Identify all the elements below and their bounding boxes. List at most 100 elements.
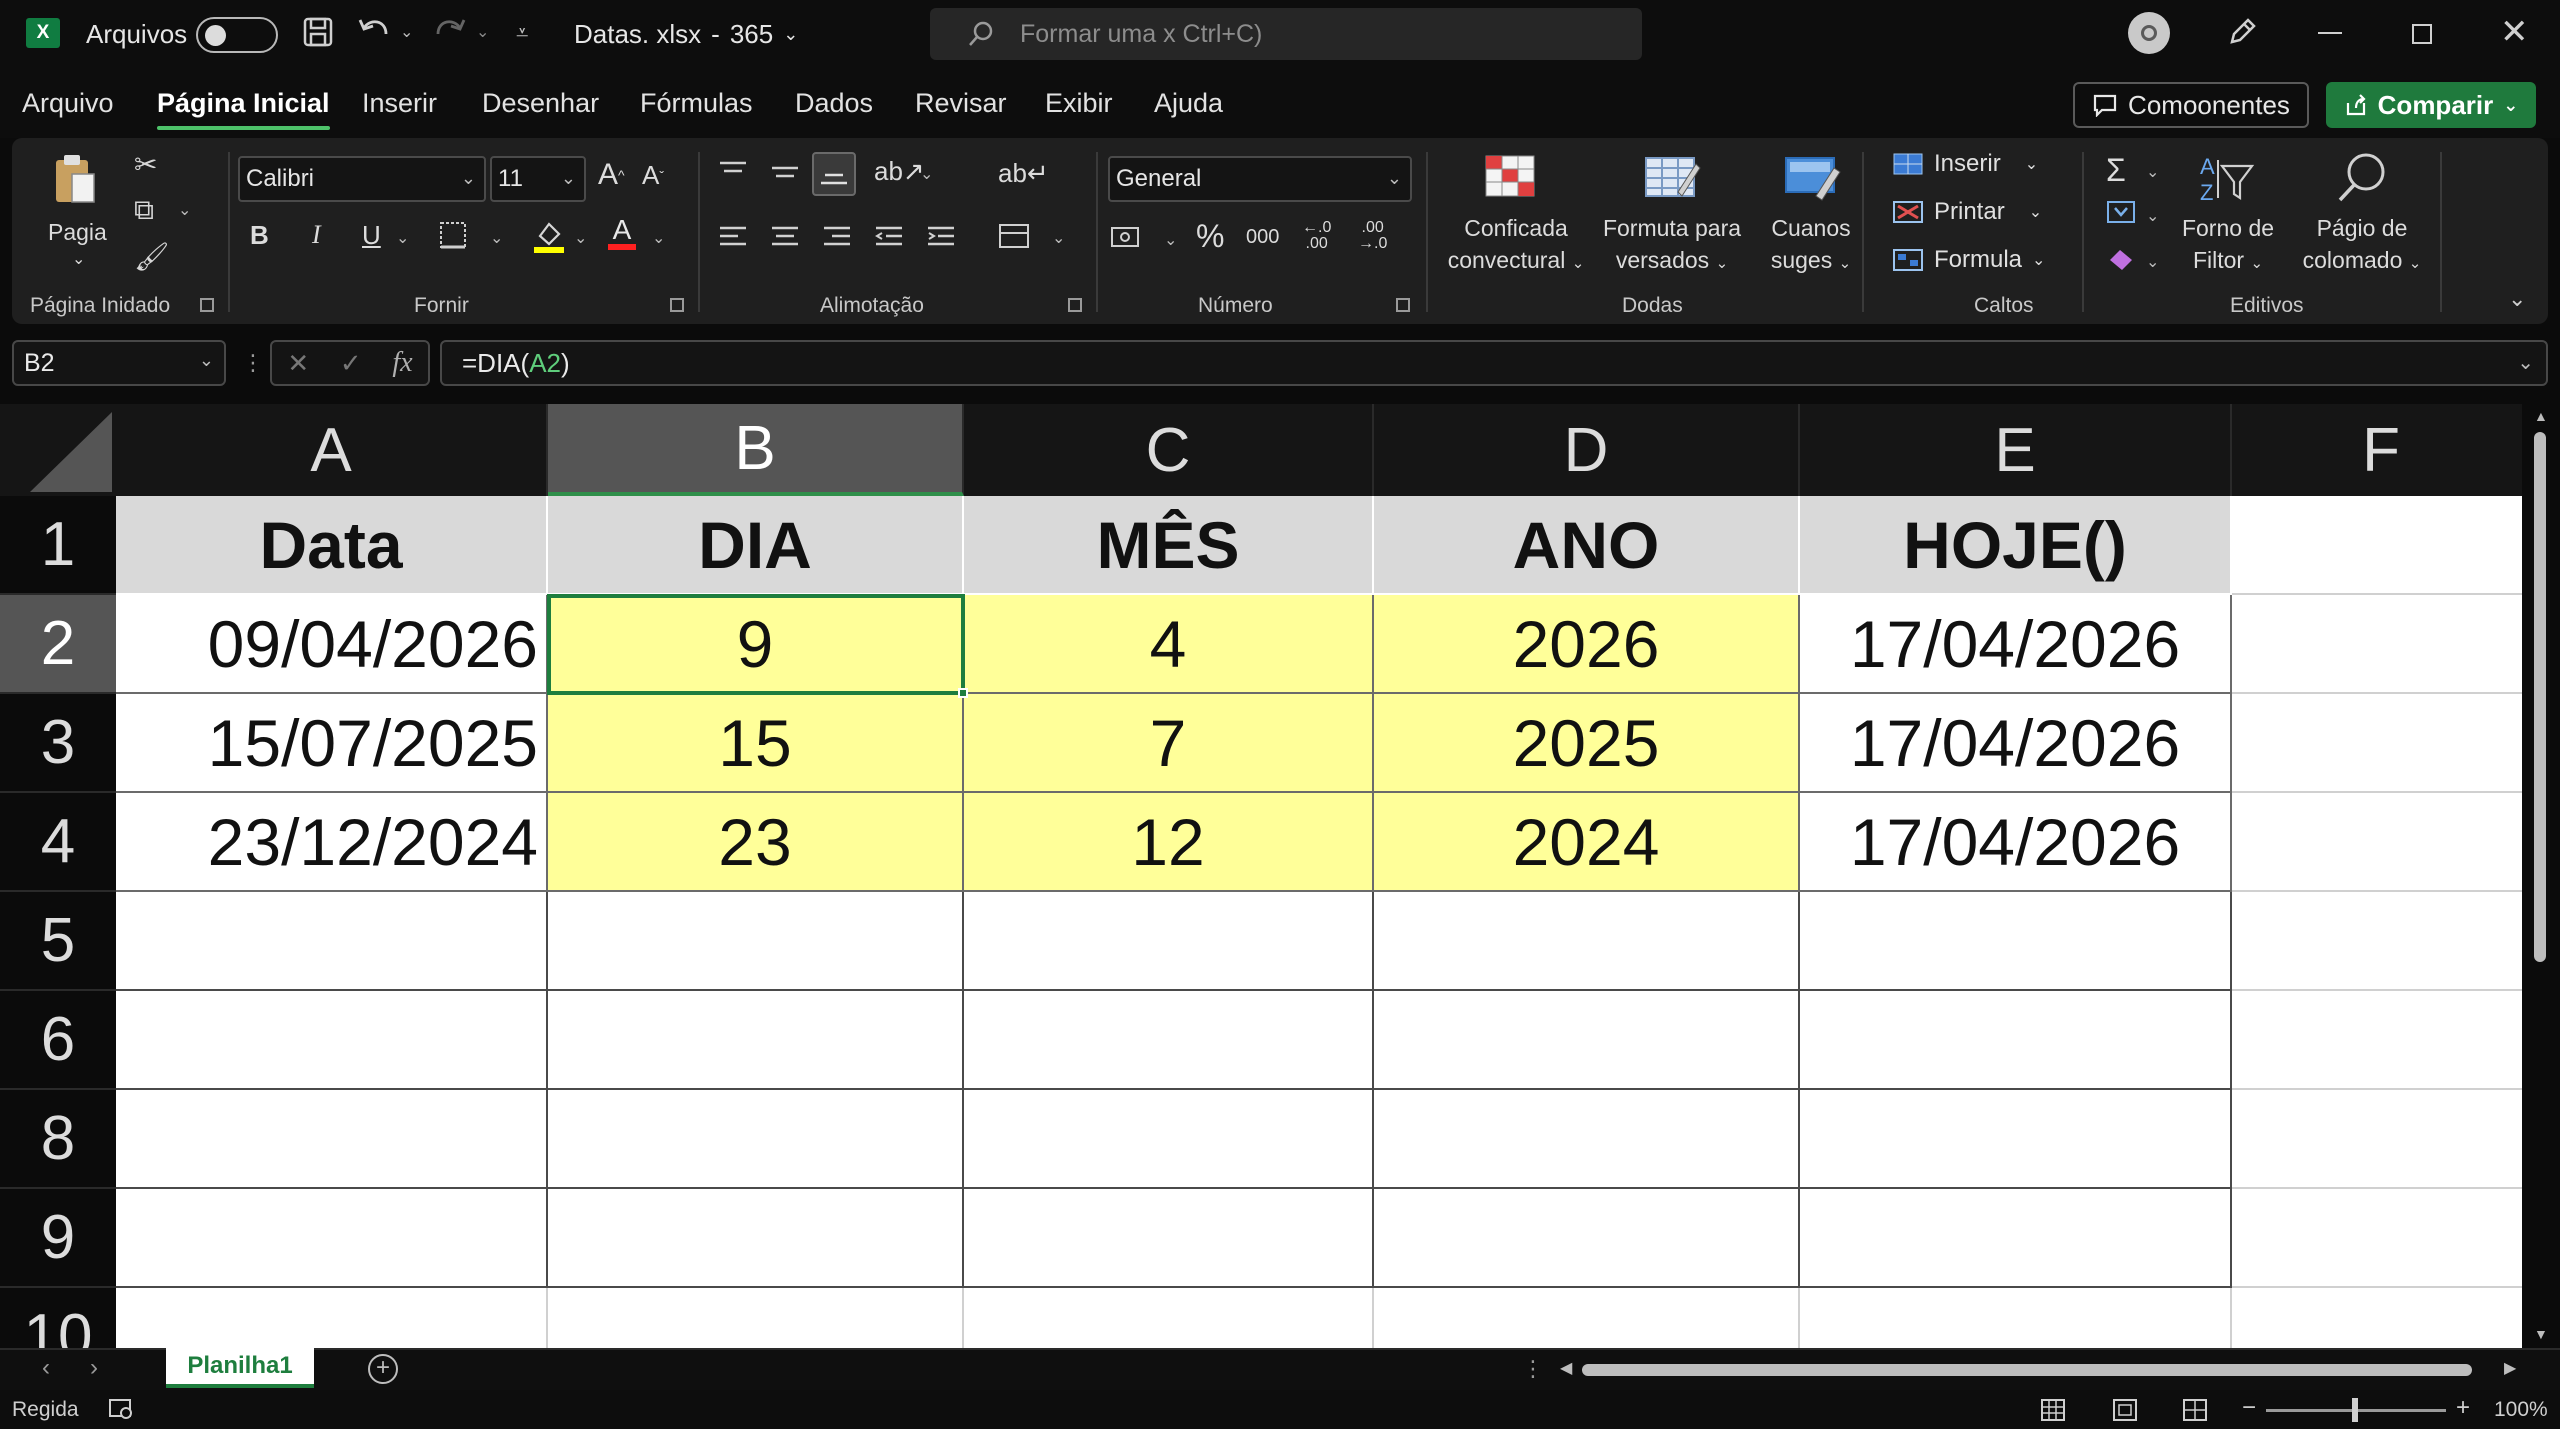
expand-formula-icon[interactable]: ⌄ <box>2517 350 2534 375</box>
thousands-button[interactable]: 000 <box>1246 226 1279 249</box>
tab-inserir[interactable]: Inserir <box>362 88 437 119</box>
delete-cells-button[interactable]: Printar ⌄ <box>1892 198 2042 226</box>
horizontal-scroll-thumb[interactable] <box>1582 1364 2472 1376</box>
cell-styles-icon[interactable] <box>1782 152 1842 202</box>
cell-a5[interactable] <box>116 892 548 991</box>
scroll-up-icon[interactable]: ▲ <box>2534 408 2548 424</box>
cell-d2[interactable]: 2026 <box>1374 595 1800 694</box>
cell-a2[interactable]: 09/04/2026 <box>116 595 548 694</box>
align-right-icon[interactable] <box>822 224 852 250</box>
normal-view-icon[interactable] <box>2040 1398 2066 1427</box>
tab-arquivo[interactable]: Arquivo <box>22 88 114 119</box>
tab-pagina-inicial[interactable]: Página Inicial <box>157 88 330 130</box>
redo-dropdown-icon[interactable]: ⌄ <box>476 22 489 42</box>
row-header-3[interactable]: 3 <box>0 694 116 793</box>
row-header-10[interactable]: 10 <box>0 1288 116 1348</box>
cell-a10[interactable] <box>116 1288 548 1348</box>
previous-sheet-icon[interactable]: ‹ <box>42 1354 50 1382</box>
cell-d6[interactable] <box>1374 991 1800 1090</box>
cell-c1[interactable]: MÊS <box>964 496 1374 595</box>
sort-filter-icon[interactable]: AZ <box>2196 152 2258 208</box>
cell-d1[interactable]: ANO <box>1374 496 1800 595</box>
align-top-icon[interactable] <box>718 160 748 186</box>
select-all-button[interactable] <box>0 404 116 496</box>
enter-icon[interactable]: ✓ <box>340 348 362 379</box>
format-as-table-button[interactable]: Formuta para versados ⌄ <box>1592 212 1752 280</box>
tab-formulas[interactable]: Fórmulas <box>640 88 753 119</box>
chevron-down-icon[interactable]: ⌄ <box>920 164 933 184</box>
vertical-scrollbar[interactable]: ▲ ▼ <box>2526 404 2556 1348</box>
align-center-icon[interactable] <box>770 224 800 250</box>
pen-icon[interactable] <box>2224 14 2260 50</box>
document-title[interactable]: Datas. xlsx - 365 ⌄ <box>574 19 798 50</box>
column-header-f[interactable]: F <box>2232 404 2522 496</box>
dialog-launcher-icon[interactable] <box>1396 298 1410 312</box>
dialog-launcher-icon[interactable] <box>200 298 214 312</box>
align-middle-icon[interactable] <box>770 160 800 186</box>
align-left-icon[interactable] <box>718 224 748 250</box>
cell-d4[interactable]: 2024 <box>1374 793 1800 892</box>
chevron-down-icon[interactable]: ⌄ <box>1052 228 1065 248</box>
cell-c8[interactable] <box>964 1090 1374 1189</box>
chevron-down-icon[interactable]: ⌄ <box>178 200 191 220</box>
undo-dropdown-icon[interactable]: ⌄ <box>400 22 413 42</box>
cell-e5[interactable] <box>1800 892 2232 991</box>
page-break-view-icon[interactable] <box>2182 1398 2208 1427</box>
cell-b2[interactable]: 9 <box>547 594 965 695</box>
next-sheet-icon[interactable]: › <box>90 1354 98 1382</box>
font-size-dropdown[interactable]: 11 ⌄ <box>490 156 586 202</box>
scroll-down-icon[interactable]: ▼ <box>2534 1326 2548 1342</box>
format-painter-icon[interactable]: 🖌 <box>134 240 170 273</box>
cell-d5[interactable] <box>1374 892 1800 991</box>
wrap-text-icon[interactable]: ab↵ <box>998 158 1049 189</box>
cell-e1[interactable]: HOJE() <box>1800 496 2232 595</box>
column-header-b[interactable]: B <box>548 404 964 496</box>
row-header-4[interactable]: 4 <box>0 793 116 892</box>
cell-b6[interactable] <box>548 991 964 1090</box>
cell-f5[interactable] <box>2232 892 2522 991</box>
tab-ajuda[interactable]: Ajuda <box>1154 88 1223 119</box>
insert-function-icon[interactable]: fx <box>392 347 412 379</box>
paste-button[interactable] <box>52 152 98 206</box>
cell-a1[interactable]: Data <box>116 496 548 595</box>
orientation-icon[interactable]: ab↗ <box>874 156 925 187</box>
zoom-slider-thumb[interactable] <box>2352 1398 2358 1422</box>
column-header-e[interactable]: E <box>1800 404 2232 496</box>
decrease-decimal-icon[interactable]: .00 →.0 <box>1358 220 1387 252</box>
tab-revisar[interactable]: Revisar <box>915 88 1007 119</box>
cell-f10[interactable] <box>2232 1288 2522 1348</box>
chevron-down-icon[interactable]: ⌄ <box>2146 162 2159 182</box>
cancel-icon[interactable]: ✕ <box>287 348 309 379</box>
save-icon[interactable] <box>302 16 334 48</box>
autosave-toggle[interactable] <box>196 17 278 53</box>
fill-handle[interactable] <box>958 688 968 698</box>
cell-e3[interactable]: 17/04/2026 <box>1800 694 2232 793</box>
cell-f6[interactable] <box>2232 991 2522 1090</box>
decrease-indent-icon[interactable] <box>874 224 904 250</box>
scroll-left-icon[interactable]: ◀ <box>1560 1358 1572 1378</box>
cell-e9[interactable] <box>1800 1189 2232 1288</box>
chevron-down-icon[interactable]: ⌄ <box>2146 206 2159 226</box>
number-format-dropdown[interactable]: General ⌄ <box>1108 156 1412 202</box>
italic-button[interactable]: I <box>312 220 321 250</box>
cell-a4[interactable]: 23/12/2024 <box>116 793 548 892</box>
tab-exibir[interactable]: Exibir <box>1045 88 1113 119</box>
formula-input[interactable]: =DIA(A2) ⌄ <box>440 340 2548 386</box>
add-sheet-icon[interactable]: + <box>368 1354 398 1384</box>
row-header-1[interactable]: 1 <box>0 496 116 595</box>
zoom-level[interactable]: 100% <box>2494 1398 2548 1422</box>
cell-c4[interactable]: 12 <box>964 793 1374 892</box>
find-select-button[interactable]: Págio de colomado ⌄ <box>2290 212 2434 280</box>
restore-icon[interactable] <box>2412 24 2432 44</box>
sheet-tab-planilha1[interactable]: Planilha1 <box>166 1348 314 1388</box>
increase-decimal-icon[interactable]: ←.0.00 <box>1302 220 1331 252</box>
dialog-launcher-icon[interactable] <box>1068 298 1082 312</box>
conditional-formatting-button[interactable]: Conficada convectural ⌄ <box>1438 212 1594 280</box>
cell-e10[interactable] <box>1800 1288 2232 1348</box>
account-avatar[interactable] <box>2128 12 2170 54</box>
cell-b4[interactable]: 23 <box>548 793 964 892</box>
cell-b5[interactable] <box>548 892 964 991</box>
cell-d10[interactable] <box>1374 1288 1800 1348</box>
chevron-down-icon[interactable]: ⌄ <box>2146 252 2159 272</box>
cell-e6[interactable] <box>1800 991 2232 1090</box>
